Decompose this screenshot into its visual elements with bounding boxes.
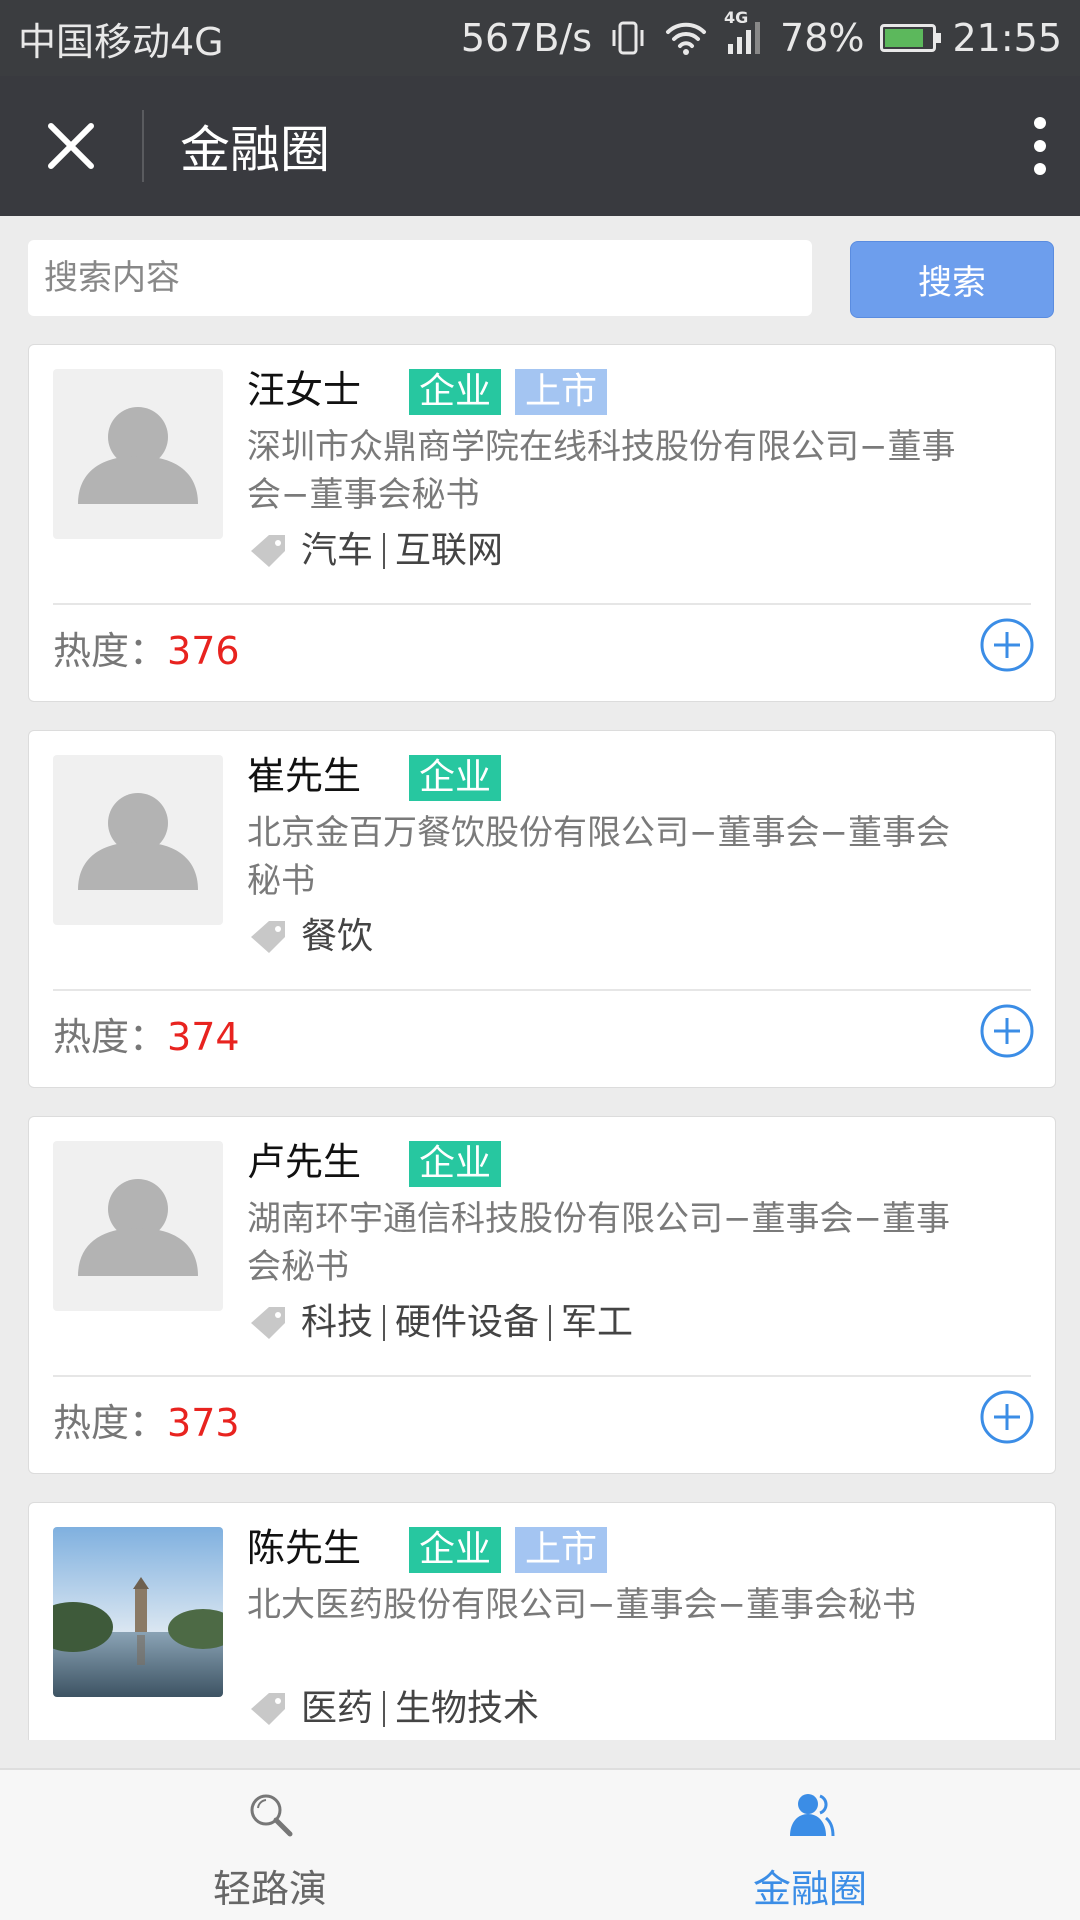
nav-bar: 金融圈 xyxy=(0,76,1080,216)
member-name: 汪女士 xyxy=(247,368,362,412)
status-icons: 567B/s 4G 78% 21:55 xyxy=(460,8,1062,60)
badges: 企业 xyxy=(409,1141,502,1187)
company-title: 北大医药股份有限公司−董事会−董事会秘书 xyxy=(247,1585,916,1625)
member-name: 卢先生 xyxy=(247,1140,362,1184)
default-avatar-icon xyxy=(78,407,198,504)
company-title: 湖南环宇通信科技股份有限公司−董事会−董事会秘书 xyxy=(247,1199,950,1287)
avatar xyxy=(53,1141,223,1311)
badges: 企业 xyxy=(409,755,502,801)
avatar xyxy=(53,369,223,539)
tag-separator xyxy=(549,1305,552,1341)
default-avatar-icon xyxy=(78,793,198,890)
signal-icon: 4G xyxy=(724,8,764,58)
add-circle-icon[interactable] xyxy=(979,1389,1035,1445)
more-button[interactable] xyxy=(1000,76,1080,216)
enterprise-badge: 企业 xyxy=(409,1141,502,1187)
clock: 21:55 xyxy=(952,16,1062,60)
tag: 科技 xyxy=(301,1302,374,1343)
badges: 企业 上市 xyxy=(409,1527,608,1573)
tag-icon xyxy=(251,535,285,567)
tab-finance-circle[interactable]: 金融圈 xyxy=(660,1770,960,1920)
enterprise-badge: 企业 xyxy=(409,755,502,801)
tag-separator xyxy=(383,1305,386,1341)
heat-value: 373 xyxy=(167,1401,240,1445)
tag: 互联网 xyxy=(395,530,504,571)
heat-row: 热度：374 xyxy=(53,1011,240,1063)
landscape-photo xyxy=(53,1527,223,1697)
avatar-photo xyxy=(53,1527,223,1697)
default-avatar-icon xyxy=(78,1179,198,1276)
tag-separator xyxy=(383,533,386,569)
carrier-text: 中国移动4G xyxy=(18,19,224,64)
tab-label: 轻路演 xyxy=(212,1867,327,1911)
industry-tags: 医药 生物技术 xyxy=(247,1685,539,1733)
tag: 硬件设备 xyxy=(395,1302,540,1343)
card-divider xyxy=(53,603,1031,605)
card-divider xyxy=(53,989,1031,991)
tag-icon xyxy=(251,1693,285,1725)
tag: 医药 xyxy=(301,1688,374,1729)
vibrate-icon xyxy=(608,18,648,58)
tag-icon xyxy=(251,921,285,953)
industry-tags: 餐饮 xyxy=(247,913,373,961)
add-circle-icon[interactable] xyxy=(979,617,1035,673)
close-button[interactable] xyxy=(0,76,142,216)
member-name: 崔先生 xyxy=(247,754,362,798)
search-button[interactable]: 搜索 xyxy=(850,241,1054,318)
tab-roadshow[interactable]: 轻路演 xyxy=(120,1770,420,1920)
listed-badge: 上市 xyxy=(515,1527,608,1573)
tag: 餐饮 xyxy=(301,916,374,957)
member-card[interactable]: 陈先生 企业 上市 北大医药股份有限公司−董事会−董事会秘书 医药 生物技术 xyxy=(28,1502,1056,1740)
status-bar: 中国移动4G 567B/s 4G 78% 21:55 xyxy=(0,0,1080,76)
listed-badge: 上市 xyxy=(515,369,608,415)
member-name: 陈先生 xyxy=(247,1526,362,1570)
network-speed: 567B/s xyxy=(460,16,593,60)
tag: 汽车 xyxy=(301,530,374,571)
member-card[interactable]: 汪女士 企业 上市 深圳市众鼎商学院在线科技股份有限公司−董事会−董事会秘书 汽… xyxy=(28,344,1056,702)
close-icon xyxy=(48,123,94,169)
tag: 军工 xyxy=(561,1302,634,1343)
enterprise-badge: 企业 xyxy=(409,1527,502,1573)
battery-icon xyxy=(880,24,942,52)
wifi-icon xyxy=(664,20,708,56)
card-divider xyxy=(53,1375,1031,1377)
nav-divider xyxy=(142,110,144,182)
tag-separator xyxy=(383,1691,386,1727)
heat-row: 热度：373 xyxy=(53,1397,240,1449)
network-type: 4G xyxy=(724,8,749,27)
member-card[interactable]: 崔先生 企业 北京金百万餐饮股份有限公司−董事会−董事会秘书 餐饮 热度：374 xyxy=(28,730,1056,1088)
people-icon xyxy=(790,1794,835,1837)
add-circle-icon[interactable] xyxy=(979,1003,1035,1059)
heat-label: 热度： xyxy=(53,629,168,673)
enterprise-badge: 企业 xyxy=(409,369,502,415)
heat-row: 热度：376 xyxy=(53,625,240,677)
bottom-tab-bar: 轻路演 金融圈 xyxy=(0,1768,1080,1920)
more-vertical-icon xyxy=(1034,117,1046,175)
page-title: 金融圈 xyxy=(180,121,330,179)
member-card[interactable]: 卢先生 企业 湖南环宇通信科技股份有限公司−董事会−董事会秘书 科技 硬件设备 … xyxy=(28,1116,1056,1474)
tag: 生物技术 xyxy=(395,1688,540,1729)
tag-icon xyxy=(251,1307,285,1339)
battery-percent: 78% xyxy=(780,16,865,60)
badges: 企业 上市 xyxy=(409,369,608,415)
tab-label: 金融圈 xyxy=(752,1867,867,1911)
heat-value: 376 xyxy=(167,629,240,673)
industry-tags: 汽车 互联网 xyxy=(247,527,503,575)
search-input[interactable] xyxy=(28,240,812,316)
heat-label: 热度： xyxy=(53,1015,168,1059)
company-title: 深圳市众鼎商学院在线科技股份有限公司−董事会−董事会秘书 xyxy=(247,427,956,515)
avatar xyxy=(53,755,223,925)
heat-label: 热度： xyxy=(53,1401,168,1445)
heat-value: 374 xyxy=(167,1015,240,1059)
member-list: 汪女士 企业 上市 深圳市众鼎商学院在线科技股份有限公司−董事会−董事会秘书 汽… xyxy=(28,344,1058,1740)
magnifier-icon xyxy=(250,1794,293,1837)
industry-tags: 科技 硬件设备 军工 xyxy=(247,1299,633,1347)
company-title: 北京金百万餐饮股份有限公司−董事会−董事会秘书 xyxy=(247,813,950,901)
